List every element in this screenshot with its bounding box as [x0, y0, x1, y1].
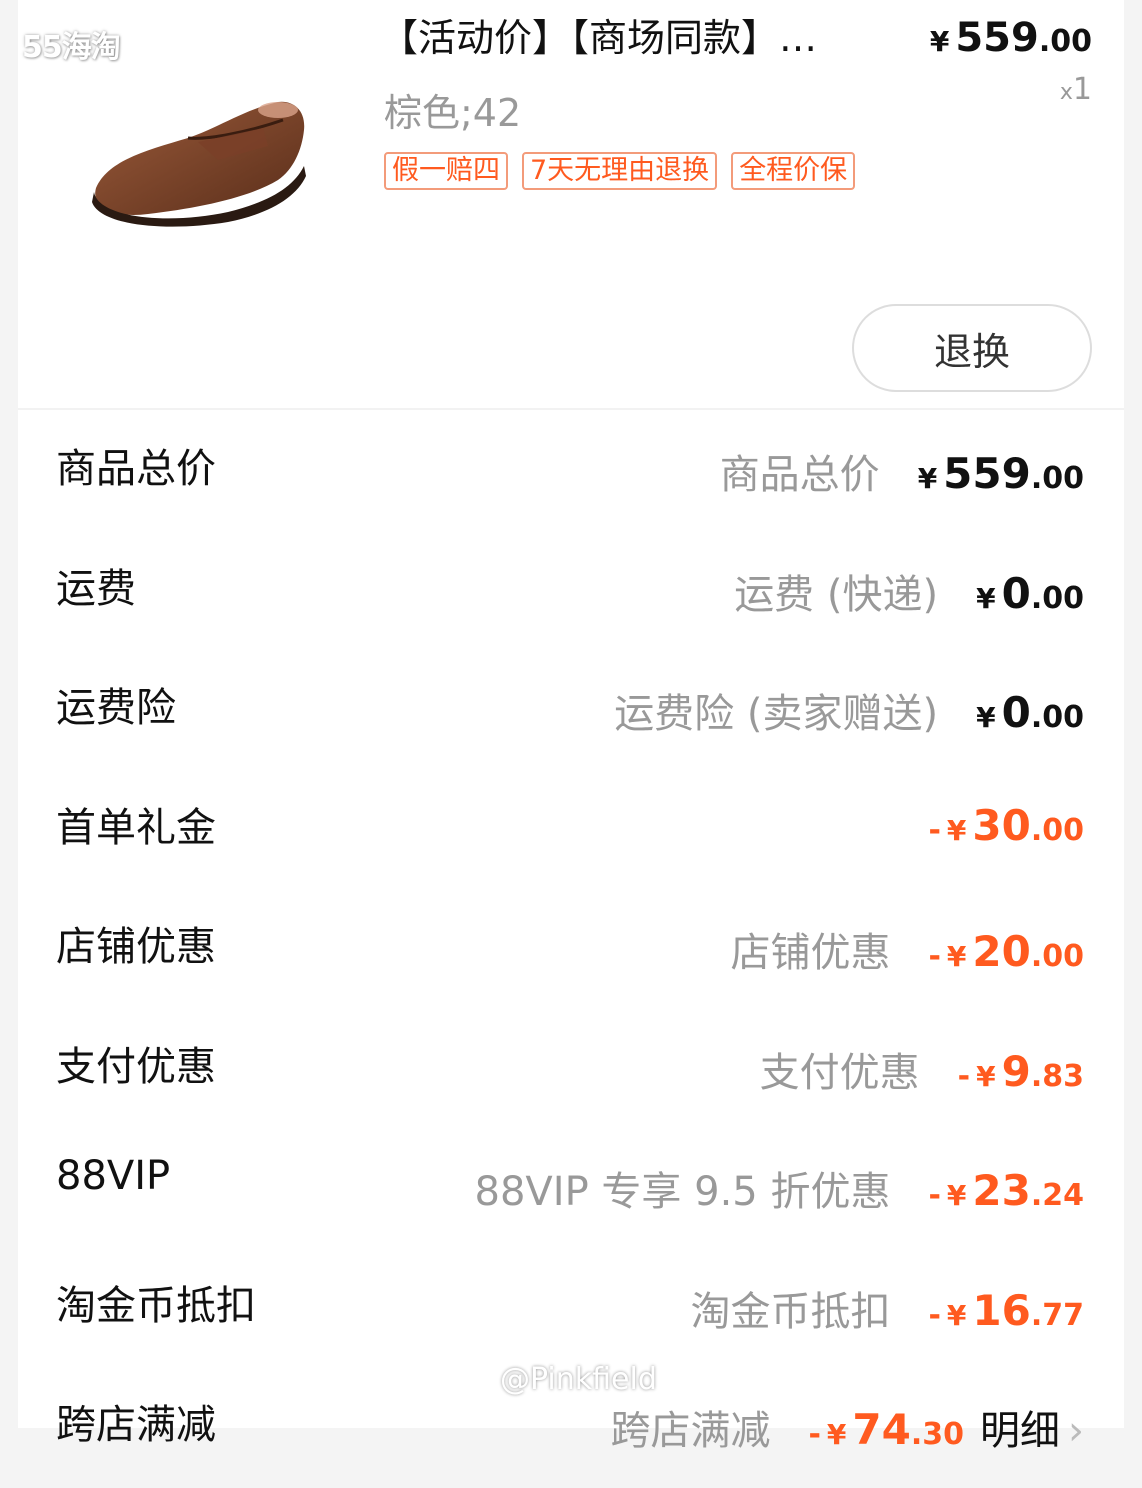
service-tag: 假一赔四 — [384, 152, 508, 190]
product-thumbnail[interactable] — [78, 80, 308, 230]
service-tags: 假一赔四 7天无理由退换 全程价保 — [384, 152, 856, 190]
row-label: 运费 — [56, 565, 136, 612]
row-amount: - ¥9.83 — [957, 1046, 1084, 1096]
product-sku: 棕色;42 — [384, 91, 522, 135]
row-description: 88VIP 专享 9.5 折优惠 — [474, 1169, 891, 1215]
row-amount: - ¥16.77 — [928, 1285, 1084, 1335]
row-description: 淘金币抵扣 — [690, 1288, 891, 1335]
row-description: 运费 (快递) — [734, 571, 939, 618]
quantity-value: 1 — [1072, 72, 1092, 107]
row-label: 店铺优惠 — [56, 924, 216, 970]
service-tag: 全程价保 — [731, 152, 856, 190]
divider — [18, 408, 1124, 410]
row-label: 首单礼金 — [56, 804, 216, 851]
service-tag: 7天无理由退换 — [522, 152, 718, 190]
product-price: ¥559.00 — [930, 8, 1092, 72]
row-shipping: 运费 运费 (快递) ¥0.00 — [18, 532, 1124, 652]
row-label: 88VIP — [56, 1153, 171, 1199]
row-label: 商品总价 — [56, 446, 216, 492]
row-store-discount: 店铺优惠 店铺优惠 - ¥20.00 — [18, 890, 1124, 1010]
row-label: 跨店满减 — [56, 1402, 216, 1448]
row-coin-deduction: 淘金币抵扣 淘金币抵扣 - ¥16.77 — [18, 1249, 1124, 1369]
row-description: 运费险 (卖家赠送) — [614, 691, 939, 737]
watermark-username: @Pinkfield — [500, 1362, 657, 1397]
row-amount: - ¥74.30 — [808, 1405, 964, 1454]
watermark-logo: 55海淘 — [22, 30, 121, 65]
row-amount: - ¥20.00 — [928, 927, 1084, 976]
chevron-right-icon[interactable]: › — [1068, 1408, 1084, 1454]
row-amount: ¥0.00 — [976, 688, 1084, 737]
return-exchange-button[interactable]: 退换 — [852, 304, 1092, 392]
row-shipping-insurance: 运费险 运费险 (卖家赠送) ¥0.00 — [18, 651, 1124, 771]
row-description: 商品总价 — [719, 452, 880, 498]
row-first-order-gift: 首单礼金 - ¥30.00 — [18, 771, 1124, 891]
row-description: 跨店满减 — [610, 1408, 771, 1454]
row-label: 支付优惠 — [56, 1043, 216, 1090]
product-title[interactable]: 【活动价】【商场同款】… — [380, 8, 910, 68]
price-currency: ¥ — [929, 25, 950, 58]
price-breakdown: 商品总价 商品总价 ¥559.00 运费 运费 (快递) ¥0.00 运费险 运… — [18, 412, 1124, 1488]
order-card: 【活动价】【商场同款】… ¥559.00 x1 棕色;42 假一赔四 7天无理由… — [18, 0, 1124, 1454]
row-amount: - ¥30.00 — [928, 800, 1084, 850]
product-quantity: x1 — [1060, 72, 1092, 107]
row-label: 运费险 — [56, 685, 176, 731]
details-link[interactable]: 明细 — [980, 1398, 1060, 1456]
row-label: 淘金币抵扣 — [56, 1282, 256, 1329]
row-amount: - ¥23.24 — [928, 1166, 1084, 1215]
row-88vip: 88VIP 88VIP 专享 9.5 折优惠 - ¥23.24 — [18, 1129, 1124, 1249]
price-decimal: .00 — [1038, 24, 1092, 59]
row-payment-discount: 支付优惠 支付优惠 - ¥9.83 — [18, 1010, 1124, 1130]
price-integer: 559 — [955, 15, 1039, 61]
order-item[interactable]: 【活动价】【商场同款】… ¥559.00 x1 棕色;42 假一赔四 7天无理由… — [18, 0, 1124, 408]
row-subtotal: 商品总价 商品总价 ¥559.00 — [18, 412, 1124, 532]
row-description: 店铺优惠 — [730, 930, 891, 976]
row-description: 支付优惠 — [759, 1049, 920, 1096]
row-amount: ¥0.00 — [976, 568, 1084, 618]
row-amount: ¥559.00 — [917, 449, 1084, 498]
quantity-x: x — [1059, 80, 1073, 105]
